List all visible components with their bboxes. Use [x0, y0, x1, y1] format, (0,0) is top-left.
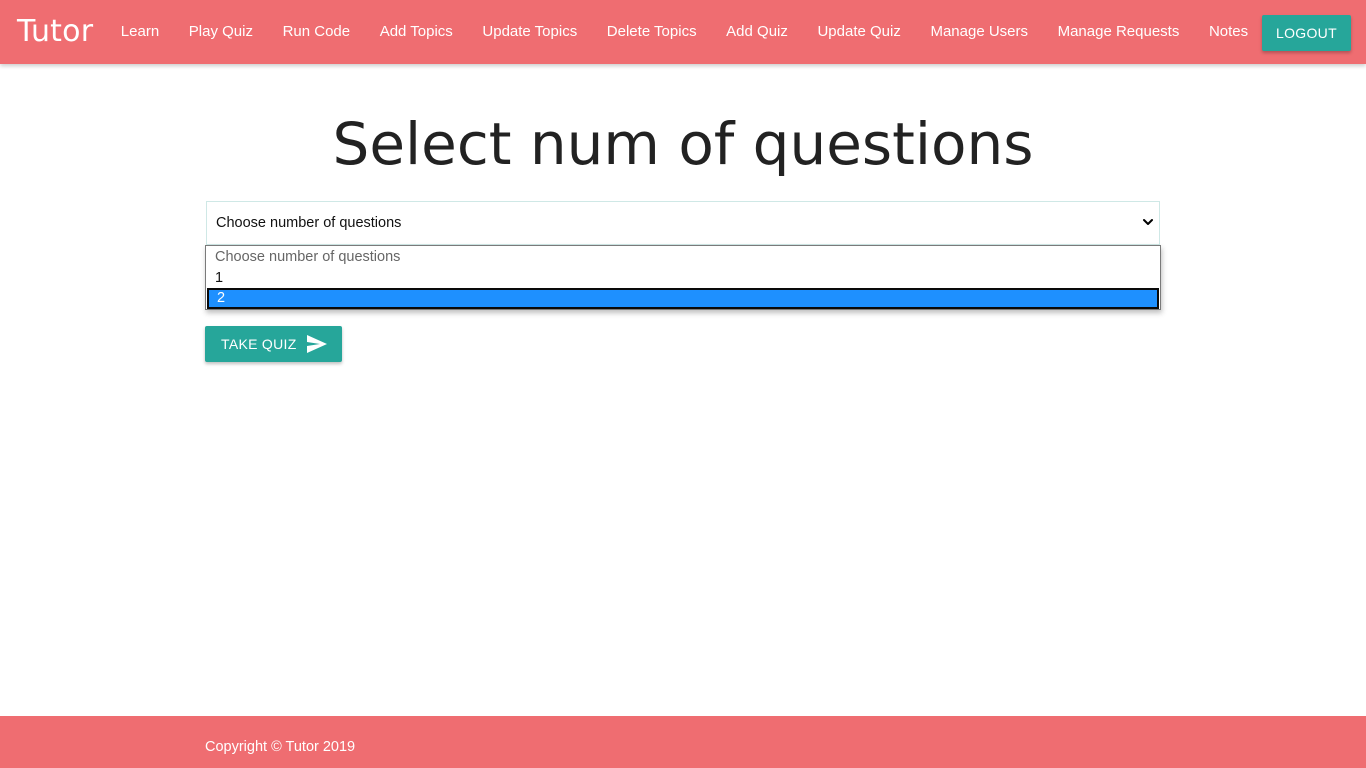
nav-link-add-topics[interactable]: Add Topics: [365, 0, 468, 64]
copyright-text: Copyright © Tutor 2019: [205, 739, 356, 755]
nav-link-update-quiz[interactable]: Update Quiz: [803, 0, 916, 64]
question-count-dropdown: Choose number of questions 1 2: [205, 245, 1161, 310]
option-2[interactable]: 2: [207, 288, 1159, 309]
nav-link-learn[interactable]: Learn: [106, 0, 174, 64]
brand-logo[interactable]: Tutor: [17, 14, 93, 50]
option-1[interactable]: 1: [206, 268, 1160, 288]
chevron-down-icon: [1143, 219, 1153, 225]
nav-links: Learn Play Quiz Run Code Add Topics Upda…: [106, 0, 1263, 64]
top-navbar: Tutor Learn Play Quiz Run Code Add Topic…: [0, 0, 1366, 64]
nav-link-manage-requests[interactable]: Manage Requests: [1043, 0, 1194, 64]
nav-link-run-code[interactable]: Run Code: [268, 0, 365, 64]
page-title: Select num of questions: [332, 110, 1034, 178]
question-count-select[interactable]: Choose number of questions: [206, 201, 1160, 245]
nav-link-add-quiz[interactable]: Add Quiz: [711, 0, 802, 64]
send-icon: [307, 335, 327, 353]
option-placeholder[interactable]: Choose number of questions: [206, 247, 1160, 267]
nav-link-notes[interactable]: Notes: [1194, 0, 1263, 64]
nav-link-manage-users[interactable]: Manage Users: [916, 0, 1043, 64]
nav-link-update-topics[interactable]: Update Topics: [468, 0, 592, 64]
select-value: Choose number of questions: [216, 215, 402, 231]
logout-button[interactable]: LOGOUT: [1262, 15, 1351, 51]
take-quiz-label: TAKE QUIZ: [221, 336, 297, 352]
nav-link-delete-topics[interactable]: Delete Topics: [592, 0, 711, 64]
take-quiz-button[interactable]: TAKE QUIZ: [205, 326, 342, 362]
page-footer: Copyright © Tutor 2019: [0, 716, 1366, 768]
nav-link-play-quiz[interactable]: Play Quiz: [174, 0, 268, 64]
